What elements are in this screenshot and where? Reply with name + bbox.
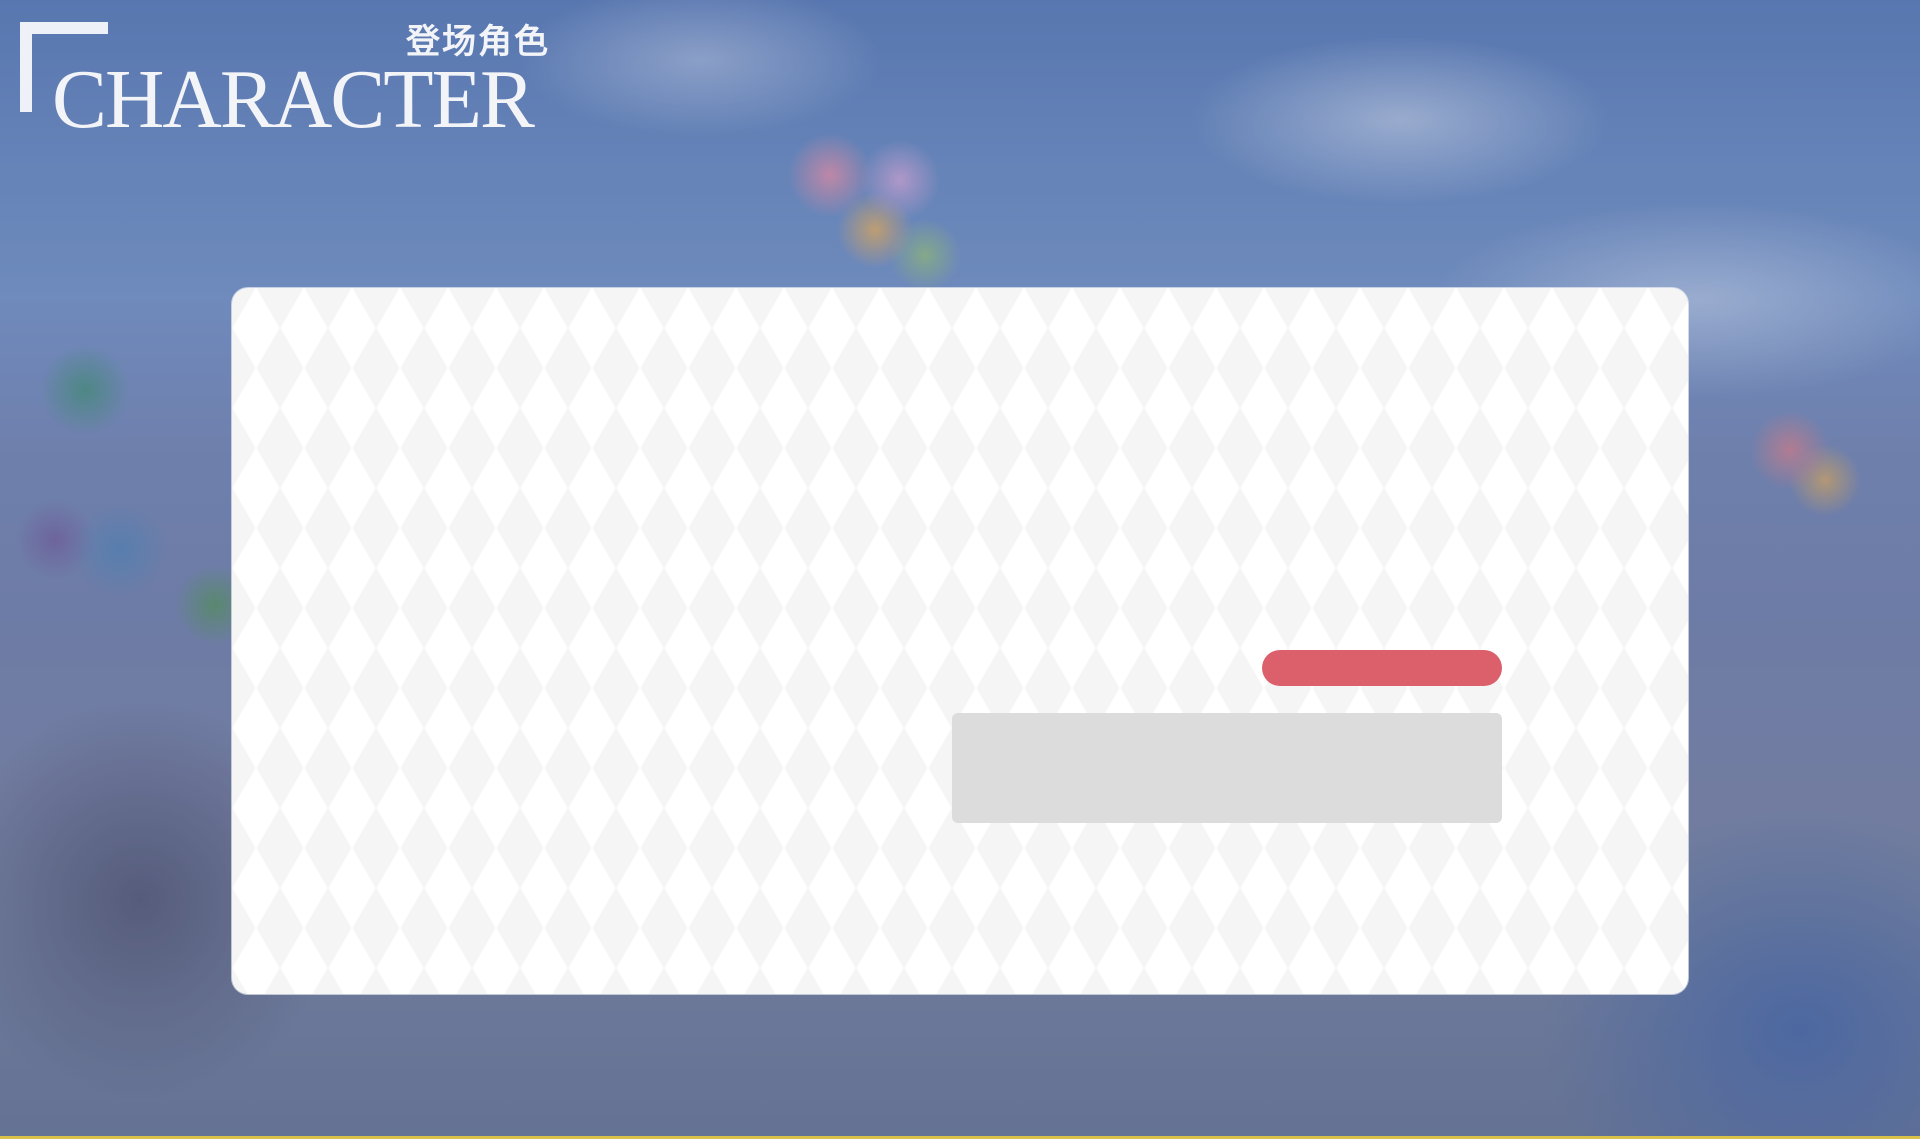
header-title: CHARACTER: [52, 53, 535, 146]
character-panel: [232, 288, 1688, 994]
character-name-pill: [1262, 650, 1502, 686]
character-description-block: [952, 713, 1502, 823]
character-header: 登场角色 CHARACTER: [20, 22, 560, 142]
